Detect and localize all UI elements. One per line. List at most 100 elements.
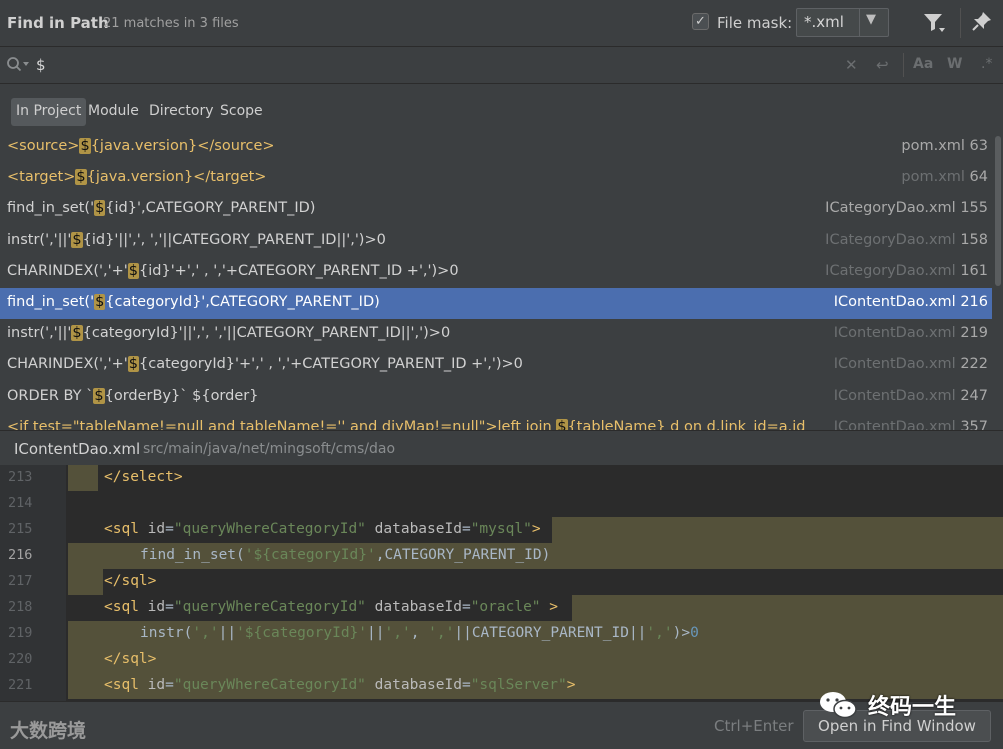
match-highlight: $ [75,169,87,186]
result-file-name: ICategoryDao.xml [825,231,956,248]
newline-icon[interactable]: ↩ [876,56,889,74]
clear-icon[interactable]: ✕ [845,56,858,74]
result-code-prefix: instr(','||' [7,325,72,342]
result-row[interactable]: <if test="tableName!=null and tableName!… [0,413,992,430]
whole-words-icon[interactable]: W [947,56,962,72]
search-row: ✕ ↩ Aa W .* [0,47,1003,84]
result-line-number: 161 [960,262,988,279]
result-row[interactable]: instr(','||'${id}'||',', ','||CATEGORY_P… [0,226,992,257]
result-line-number: 247 [960,387,988,404]
code-text: <sql id="queryWhereCategoryId" databaseI… [104,599,559,615]
result-code: <source>${java.version}</source> [7,138,275,154]
result-line-number: 216 [960,293,988,310]
code-line: 218 <sql id="queryWhereCategoryId" databa… [0,595,1003,621]
code-text: <sql id="queryWhereCategoryId" databaseI… [104,677,576,693]
chevron-down-icon[interactable]: ▼ [866,12,876,27]
match-highlight: $ [127,262,140,279]
result-code: CHARINDEX(','+'${id}'+',' , ','+CATEGORY… [7,262,459,279]
result-row[interactable]: CHARINDEX(','+'${categoryId}'+',' , ','+… [0,350,992,381]
result-file-name: pom.xml [901,169,965,186]
match-highlight: $ [93,387,105,404]
match-highlight: $ [94,200,106,217]
match-highlight: $ [71,231,83,248]
result-row[interactable]: <source>${java.version}</source> pom.xml … [0,132,992,163]
tab-module[interactable]: Module [83,98,144,126]
result-code: <target>${java.version}</target> [7,169,266,186]
result-code: find_in_set('${id}',CATEGORY_PARENT_ID) [7,200,316,217]
result-line-number: 357 [960,418,988,430]
line-number: 215 [8,521,33,537]
combo-divider [859,9,860,36]
result-code-suffix: {id}'||',', ','||CATEGORY_PARENT_ID||','… [82,231,386,248]
line-number: 216 [8,547,33,563]
line-number: 214 [8,495,33,511]
search-options-divider [903,53,904,77]
result-code-prefix: CHARINDEX(','+' [7,262,128,279]
result-file-name: IContentDao.xml [833,293,956,310]
results-scrollbar-thumb[interactable] [995,136,1001,286]
result-code-suffix: {java.version}</source> [90,138,275,154]
result-location: pom.xml 63 [901,138,988,154]
results-scrollbar[interactable] [993,132,1003,430]
code-line: 219 instr(','||'${categoryId}'||',', ','|… [0,621,1003,647]
result-location: IContentDao.xml 216 [834,294,988,310]
file-mask-combo[interactable]: *.xml ▼ [796,8,889,37]
match-highlight: $ [127,356,140,373]
result-line-number: 64 [969,169,988,186]
line-number: 221 [8,677,33,693]
match-highlight: $ [79,138,91,154]
line-number: 217 [8,573,33,589]
watermark-right: 终码一生 [818,686,978,720]
code-preview[interactable]: 213 </select> 214 215 <sql id="queryWhereCat… [0,465,1003,701]
code-line: 214 [0,491,1003,517]
result-row[interactable]: find_in_set('${categoryId}',CATEGORY_PAR… [0,287,992,320]
match-case-icon[interactable]: Aa [913,56,933,72]
result-location: ICategoryDao.xml 155 [825,200,988,216]
result-line-number: 63 [969,138,988,154]
tab-directory[interactable]: Directory [144,98,219,126]
match-line-highlight [572,595,1003,621]
result-code-suffix: {orderBy}` ${order} [104,387,259,404]
file-mask-value[interactable]: *.xml [804,13,844,31]
line-number: 220 [8,651,33,667]
result-row[interactable]: <target>${java.version}</target> pom.xml … [0,163,992,194]
match-highlight: $ [94,293,106,310]
match-line-highlight [68,465,98,491]
code-line: 217 </sql> [0,569,1003,595]
match-line-highlight [552,517,1003,543]
result-file-name: IContentDao.xml [833,356,956,373]
result-row[interactable]: ORDER BY `${orderBy}` ${order} IContentDa… [0,382,992,413]
result-code-prefix: find_in_set(' [7,200,95,217]
code-line: 213 </select> [0,465,1003,491]
watermark-right-text: 终码一生 [868,695,957,720]
code-text: <sql id="queryWhereCategoryId" databaseI… [104,521,541,537]
result-location: pom.xml 64 [901,169,988,185]
search-input[interactable] [36,53,816,77]
tab-scope[interactable]: Scope [215,98,268,126]
filter-icon[interactable] [922,10,946,34]
code-text: instr(','||'${categoryId}'||',', ','||CA… [140,625,699,641]
result-code: instr(','||'${categoryId}'||',', ','||CA… [7,325,450,342]
tab-in-project[interactable]: In Project [11,98,87,126]
search-icon[interactable] [6,56,30,74]
result-file-name: ICategoryDao.xml [825,262,956,279]
result-row[interactable]: find_in_set('${id}',CATEGORY_PARENT_ID) I… [0,194,992,225]
watermark-left: 大数跨境 [10,720,87,742]
preview-path-bar: IContentDao.xml src/main/java/net/mingso… [0,430,1003,465]
match-line-highlight [68,569,103,595]
match-summary: 21 matches in 3 files [103,16,239,31]
toolbar-divider [960,8,961,38]
result-location: IContentDao.xml 357 [834,419,988,430]
result-location: IContentDao.xml 247 [834,388,988,404]
result-row[interactable]: CHARINDEX(','+'${id}'+',' , ','+CATEGORY… [0,257,992,288]
pin-icon[interactable] [971,10,993,32]
regex-icon[interactable]: .* [981,56,992,72]
result-code: <if test="tableName!=null and tableName!… [7,418,805,430]
result-row[interactable]: instr(','||'${categoryId}'||',', ','||CA… [0,319,992,350]
preview-file-path: src/main/java/net/mingsoft/cms/dao [143,441,396,457]
result-location: IContentDao.xml 219 [834,325,988,341]
result-code-suffix: {id}',CATEGORY_PARENT_ID) [105,200,316,217]
file-mask-checkbox[interactable]: ✓ [692,13,709,30]
result-code: find_in_set('${categoryId}',CATEGORY_PAR… [7,293,380,310]
line-number: 213 [8,469,33,485]
